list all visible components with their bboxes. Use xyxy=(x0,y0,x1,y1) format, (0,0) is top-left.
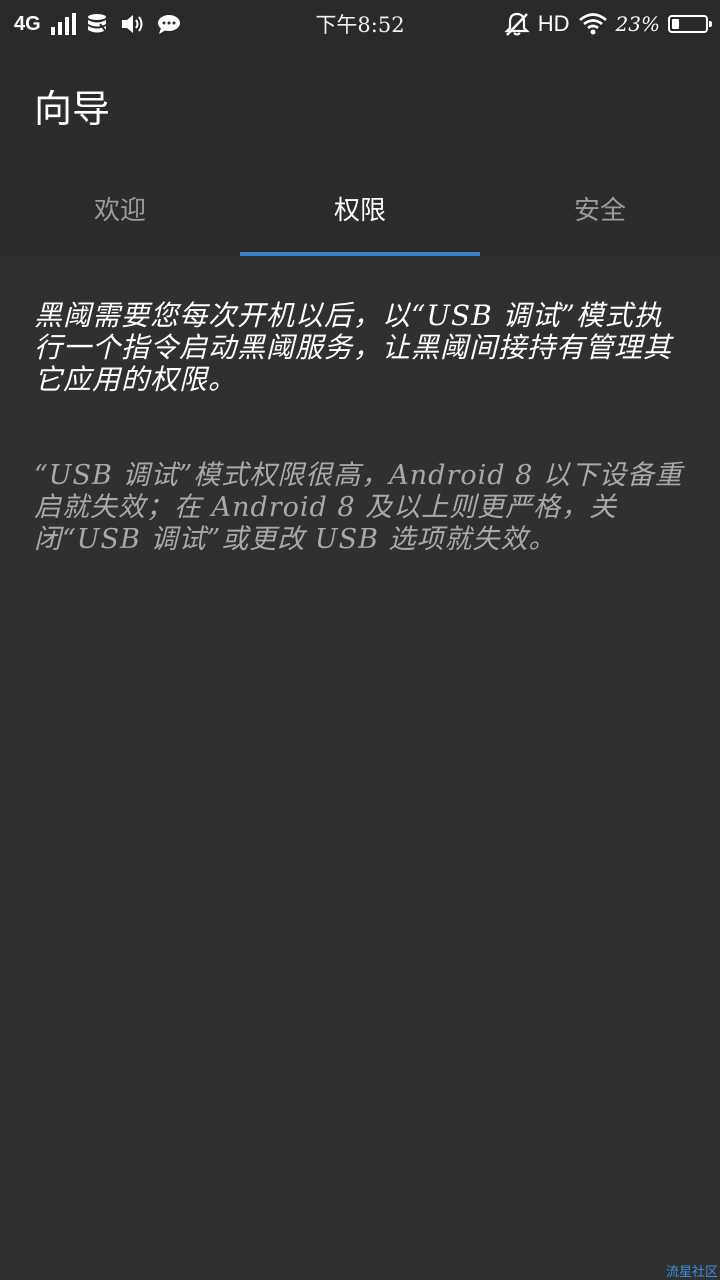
alarm-off-icon xyxy=(504,11,530,37)
page-title: 向导 xyxy=(34,87,111,131)
app-bar: 向导 欢迎 权限 安全 xyxy=(0,48,720,256)
status-bar: 4G 下午8:52 HD 23% xyxy=(0,0,720,48)
wifi-icon xyxy=(578,12,608,36)
permission-content: 黑阈需要您每次开机以后，以“USB 调试”模式执行一个指令启动黑阈服务，让黑阈间… xyxy=(34,300,688,556)
usb-debug-note: “USB 调试”模式权限很高，Android 8 以下设备重启就失效；在 And… xyxy=(34,460,683,555)
tab-label: 安全 xyxy=(573,195,626,226)
battery-fill xyxy=(672,19,679,29)
watermark: 流星社区 xyxy=(665,1265,718,1280)
battery-icon xyxy=(668,15,712,33)
tab-indicator xyxy=(240,252,480,256)
tab-label: 欢迎 xyxy=(93,195,146,226)
hd-indicator: HD xyxy=(537,11,570,36)
battery-nub xyxy=(709,21,712,27)
status-right: HD 23% xyxy=(504,8,712,40)
tab-security[interactable]: 安全 xyxy=(480,160,720,256)
tab-welcome[interactable]: 欢迎 xyxy=(0,160,240,256)
tab-label: 权限 xyxy=(333,195,386,226)
battery-percent: 23% xyxy=(615,12,660,36)
tab-bar: 欢迎 权限 安全 xyxy=(0,160,720,256)
tab-permission[interactable]: 权限 xyxy=(240,160,480,256)
permission-description: 黑阈需要您每次开机以后，以“USB 调试”模式执行一个指令启动黑阈服务，让黑阈间… xyxy=(34,299,673,396)
